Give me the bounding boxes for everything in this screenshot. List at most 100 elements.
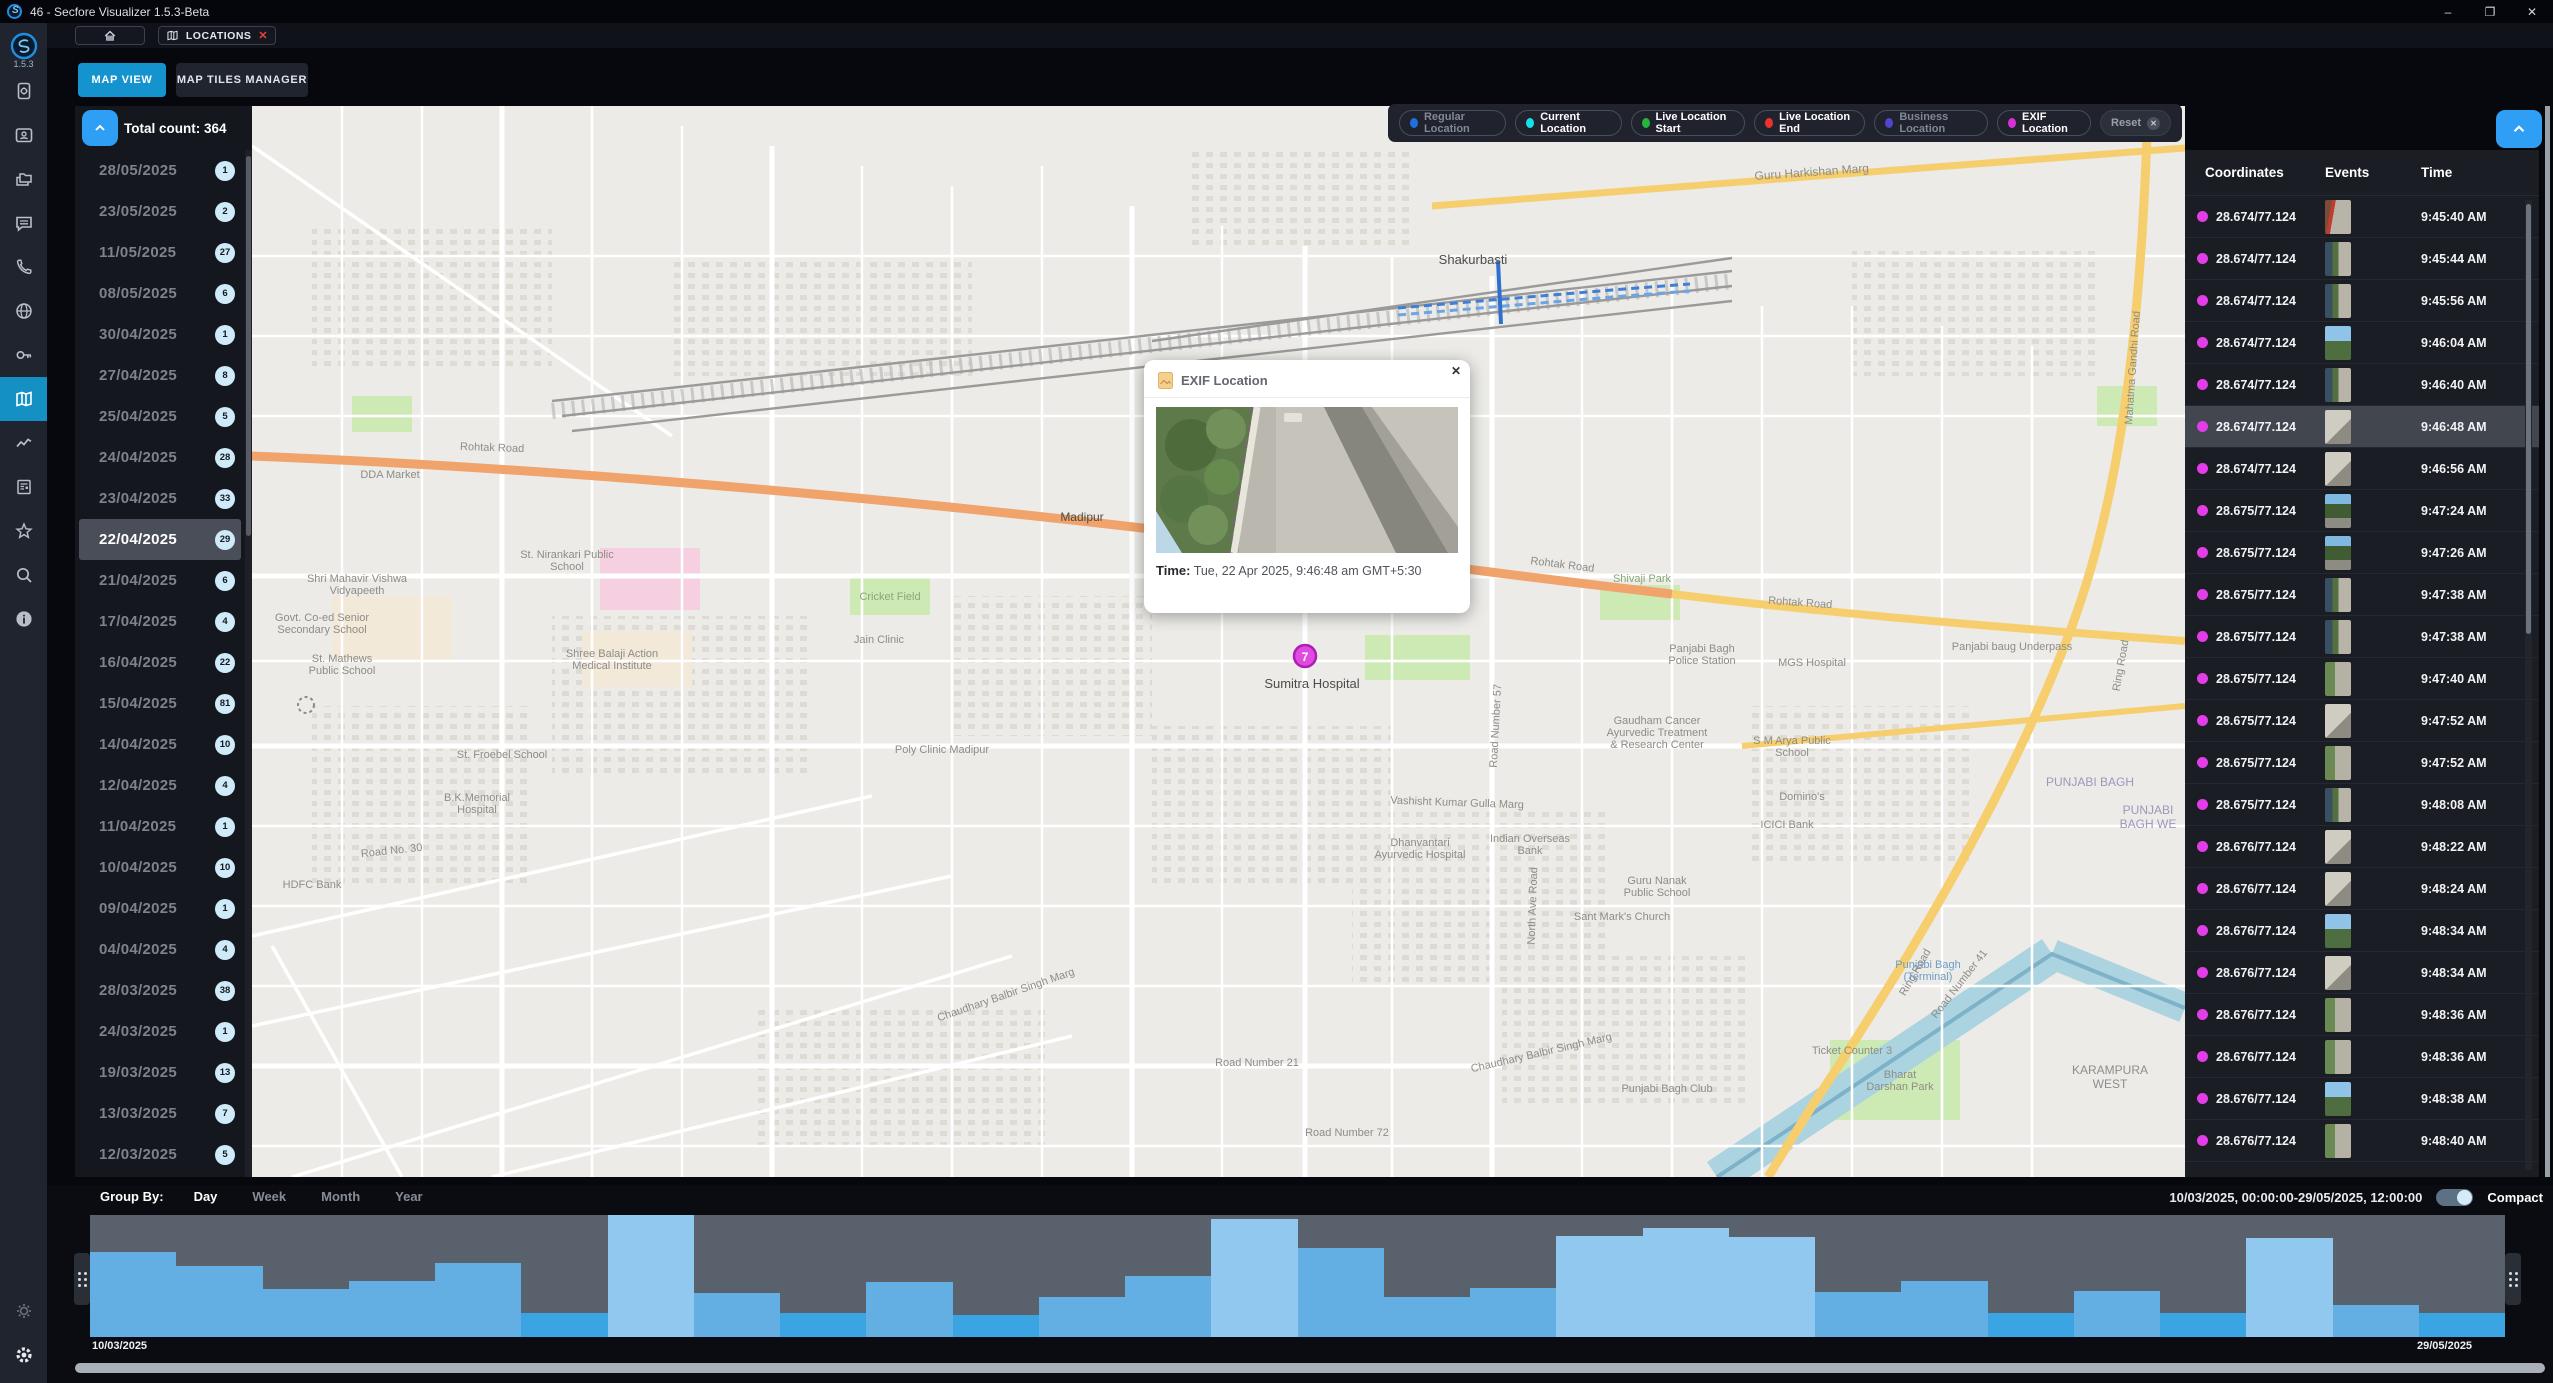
- home-tab[interactable]: [75, 26, 145, 45]
- horizontal-scrollbar[interactable]: [75, 1363, 2545, 1373]
- event-row[interactable]: 28.674/77.1249:46:40 AM: [2185, 364, 2539, 406]
- minimize-button[interactable]: –: [2427, 5, 2469, 19]
- event-row[interactable]: 28.676/77.1249:48:36 AM: [2185, 994, 2539, 1036]
- date-list-item[interactable]: 11/03/202530: [75, 1175, 245, 1177]
- event-thumbnail[interactable]: [2325, 200, 2351, 234]
- compact-toggle[interactable]: [2436, 1189, 2473, 1206]
- date-list-item[interactable]: 13/03/20257: [75, 1093, 245, 1134]
- date-list-item[interactable]: 15/04/202581: [75, 683, 245, 724]
- sidebar-item-messages[interactable]: [0, 201, 47, 245]
- maximize-button[interactable]: ❐: [2469, 5, 2511, 19]
- event-thumbnail[interactable]: [2325, 662, 2351, 696]
- date-list-item[interactable]: 21/04/20256: [75, 560, 245, 601]
- legend-pill-live-location-end[interactable]: Live Location End: [1754, 110, 1865, 136]
- sidebar-item-reports[interactable]: [0, 465, 47, 509]
- timeline-histogram[interactable]: [90, 1215, 2505, 1337]
- date-list-item[interactable]: 17/04/20254: [75, 601, 245, 642]
- group-by-year[interactable]: Year: [395, 1189, 422, 1204]
- histogram-bar[interactable]: [1298, 1248, 1384, 1337]
- event-row[interactable]: 28.675/77.1249:47:52 AM: [2185, 742, 2539, 784]
- event-row[interactable]: 28.674/77.1249:45:44 AM: [2185, 238, 2539, 280]
- date-list-item[interactable]: 12/04/20254: [75, 765, 245, 806]
- event-thumbnail[interactable]: [2325, 326, 2351, 360]
- event-thumbnail[interactable]: [2325, 242, 2351, 276]
- event-row[interactable]: 28.675/77.1249:47:52 AM: [2185, 700, 2539, 742]
- histogram-bar[interactable]: [1643, 1228, 1729, 1337]
- event-row[interactable]: 28.674/77.1249:45:56 AM: [2185, 280, 2539, 322]
- date-list-item[interactable]: 04/04/20254: [75, 929, 245, 970]
- popup-close-icon[interactable]: ✕: [1451, 364, 1461, 378]
- event-thumbnail[interactable]: [2325, 1124, 2351, 1158]
- histogram-bar[interactable]: [263, 1289, 349, 1337]
- sidebar-item-locations[interactable]: [0, 377, 47, 421]
- event-thumbnail[interactable]: [2325, 494, 2351, 528]
- histogram-bar[interactable]: [694, 1293, 780, 1337]
- histogram-bar[interactable]: [349, 1281, 435, 1337]
- histogram-bar[interactable]: [1125, 1276, 1211, 1337]
- event-row[interactable]: 28.676/77.1249:48:38 AM: [2185, 1078, 2539, 1120]
- sidebar-item-device[interactable]: [0, 69, 47, 113]
- events-scrollbar[interactable]: [2525, 200, 2532, 1170]
- histogram-bar[interactable]: [1039, 1297, 1125, 1337]
- date-list-item[interactable]: 09/04/20251: [75, 888, 245, 929]
- event-row[interactable]: 28.676/77.1249:48:34 AM: [2185, 910, 2539, 952]
- group-by-day[interactable]: Day: [194, 1189, 218, 1204]
- collapse-dates-button[interactable]: [82, 110, 118, 146]
- event-thumbnail[interactable]: [2325, 914, 2351, 948]
- sidebar-item-info[interactable]: [0, 597, 47, 641]
- exif-location-marker[interactable]: 7: [1294, 645, 1316, 667]
- event-thumbnail[interactable]: [2325, 788, 2351, 822]
- event-thumbnail[interactable]: [2325, 872, 2351, 906]
- event-row[interactable]: 28.675/77.1249:47:40 AM: [2185, 658, 2539, 700]
- date-list-item[interactable]: 10/04/202510: [75, 847, 245, 888]
- histogram-bar[interactable]: [1470, 1288, 1556, 1337]
- histogram-bar[interactable]: [608, 1215, 694, 1337]
- histogram-bar[interactable]: [1384, 1297, 1470, 1337]
- legend-pill-live-location-start[interactable]: Live Location Start: [1631, 110, 1746, 136]
- event-thumbnail[interactable]: [2325, 998, 2351, 1032]
- close-button[interactable]: ✕: [2511, 5, 2553, 19]
- histogram-bar[interactable]: [2246, 1238, 2332, 1337]
- histogram-bar[interactable]: [2074, 1291, 2160, 1337]
- map-view-button[interactable]: MAP VIEW: [78, 63, 166, 97]
- event-thumbnail[interactable]: [2325, 1082, 2351, 1116]
- histogram-bar[interactable]: [521, 1313, 607, 1337]
- date-list-item[interactable]: 08/05/20256: [75, 273, 245, 314]
- event-row[interactable]: 28.674/77.1249:45:40 AM: [2185, 196, 2539, 238]
- group-by-month[interactable]: Month: [321, 1189, 360, 1204]
- date-list-item[interactable]: 28/03/202538: [75, 970, 245, 1011]
- close-tab-icon[interactable]: ✕: [258, 29, 268, 42]
- map-canvas[interactable]: ShakurbastiGuru Harkishan MargMahatma Ga…: [252, 106, 2185, 1177]
- collapse-events-button[interactable]: [2496, 110, 2542, 148]
- histogram-bar[interactable]: [953, 1315, 1039, 1337]
- date-list-item[interactable]: 23/05/20252: [75, 191, 245, 232]
- legend-pill-current-location[interactable]: Current Location: [1515, 110, 1621, 136]
- event-thumbnail[interactable]: [2325, 746, 2351, 780]
- event-row[interactable]: 28.675/77.1249:47:24 AM: [2185, 490, 2539, 532]
- histogram-bar[interactable]: [1988, 1313, 2074, 1337]
- map-tiles-manager-button[interactable]: MAP TILES MANAGER: [176, 63, 308, 97]
- date-list-item[interactable]: 11/04/20251: [75, 806, 245, 847]
- histogram-bar[interactable]: [1729, 1237, 1815, 1337]
- event-thumbnail[interactable]: [2325, 956, 2351, 990]
- histogram-bar[interactable]: [1556, 1236, 1642, 1337]
- event-row[interactable]: 28.675/77.1249:48:08 AM: [2185, 784, 2539, 826]
- date-list-scrollbar[interactable]: [245, 150, 252, 1177]
- event-row[interactable]: 28.674/77.1249:46:56 AM: [2185, 448, 2539, 490]
- event-thumbnail[interactable]: [2325, 536, 2351, 570]
- sidebar-item-analytics[interactable]: [0, 421, 47, 465]
- date-list-item[interactable]: 28/05/20251: [75, 150, 245, 191]
- date-list-item[interactable]: 14/04/202510: [75, 724, 245, 765]
- event-row[interactable]: 28.675/77.1249:47:38 AM: [2185, 574, 2539, 616]
- date-list-item[interactable]: 11/05/202527: [75, 232, 245, 273]
- histogram-bar[interactable]: [866, 1282, 952, 1337]
- event-thumbnail[interactable]: [2325, 830, 2351, 864]
- sidebar-item-contacts[interactable]: [0, 113, 47, 157]
- event-thumbnail[interactable]: [2325, 410, 2351, 444]
- event-row[interactable]: 28.675/77.1249:47:38 AM: [2185, 616, 2539, 658]
- histogram-bar[interactable]: [1815, 1292, 1901, 1337]
- date-list-item[interactable]: 16/04/202522: [75, 642, 245, 683]
- date-list-item[interactable]: 23/04/202533: [75, 478, 245, 519]
- sidebar-item-calls[interactable]: [0, 245, 47, 289]
- event-row[interactable]: 28.676/77.1249:48:36 AM: [2185, 1036, 2539, 1078]
